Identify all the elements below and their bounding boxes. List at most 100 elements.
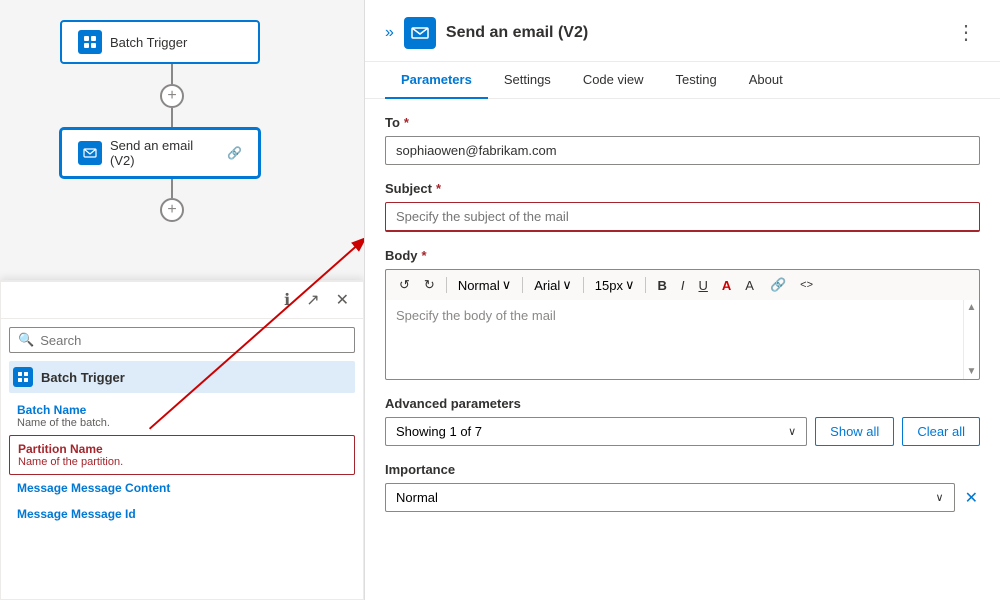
- importance-row: Normal ∨ ✕: [385, 483, 980, 512]
- importance-dropdown[interactable]: Normal ∨: [385, 483, 955, 512]
- font-dropdown[interactable]: Arial ∨: [529, 274, 577, 296]
- dynamic-item-message-content[interactable]: Message Message Content: [9, 475, 355, 501]
- send-email-node-icon: [78, 141, 102, 165]
- code-button[interactable]: <>: [795, 276, 818, 294]
- clear-all-button[interactable]: Clear all: [902, 417, 980, 446]
- body-placeholder: Specify the body of the mail: [396, 308, 556, 323]
- toolbar-sep-1: [446, 277, 447, 293]
- show-all-button[interactable]: Show all: [815, 417, 894, 446]
- tab-code-view[interactable]: Code view: [567, 62, 660, 99]
- editor-tabs: Parameters Settings Code view Testing Ab…: [365, 62, 1000, 99]
- body-editor-area[interactable]: Specify the body of the mail ▲ ▼: [385, 300, 980, 380]
- subject-required-star: *: [436, 181, 441, 196]
- advanced-params-row: Showing 1 of 7 ∨ Show all Clear all: [385, 417, 980, 446]
- subject-input[interactable]: [385, 202, 980, 232]
- font-color-button[interactable]: A: [717, 275, 736, 296]
- importance-group: Importance Normal ∨ ✕: [385, 462, 980, 512]
- editor-header: » Send an email (V2) ⋮: [365, 0, 1000, 62]
- body-scrollbar[interactable]: ▲ ▼: [963, 300, 979, 379]
- toolbar-sep-3: [583, 277, 584, 293]
- collapse-icon: »: [385, 24, 394, 42]
- panel-expand-button[interactable]: ↗: [302, 288, 323, 312]
- highlight-button[interactable]: A: [740, 275, 761, 296]
- more-options-button[interactable]: ⋮: [952, 16, 980, 49]
- close-importance-icon: ✕: [965, 488, 978, 508]
- batch-trigger-label: Batch Trigger: [110, 35, 187, 50]
- bold-button[interactable]: B: [652, 275, 671, 296]
- subject-field-group: Subject *: [385, 181, 980, 232]
- toolbar-sep-4: [645, 277, 646, 293]
- send-email-node[interactable]: Send an email (V2) 🔗: [60, 128, 260, 178]
- size-dropdown[interactable]: 15px ∨: [590, 274, 640, 296]
- dynamic-search-box: 🔍: [9, 327, 355, 353]
- batch-name-desc: Name of the batch.: [17, 417, 347, 429]
- flow-designer: Batch Trigger + Send an email (V2) 🔗 +: [0, 0, 365, 600]
- add-step-button-1[interactable]: +: [160, 84, 184, 108]
- undo-button[interactable]: ↺: [394, 274, 415, 296]
- size-chevron: ∨: [625, 277, 635, 293]
- advanced-dropdown-text: Showing 1 of 7: [396, 424, 482, 439]
- collapse-panel-button[interactable]: »: [385, 24, 394, 42]
- body-label: Body *: [385, 248, 980, 263]
- advanced-params-label: Advanced parameters: [385, 396, 980, 411]
- editor-title: Send an email (V2): [446, 24, 942, 42]
- tab-parameters[interactable]: Parameters: [385, 62, 488, 99]
- search-icon: 🔍: [18, 332, 34, 348]
- advanced-params-dropdown[interactable]: Showing 1 of 7 ∨: [385, 417, 807, 446]
- tab-settings[interactable]: Settings: [488, 62, 567, 99]
- body-toolbar: ↺ ↻ Normal ∨ Arial ∨ 15px ∨: [385, 269, 980, 300]
- panel-header: ℹ ↗ ✕: [1, 282, 363, 319]
- dynamic-item-partition-name[interactable]: Partition Name Name of the partition.: [9, 435, 355, 475]
- undo-icon: ↺: [399, 277, 410, 293]
- editor-content: To * Subject * Body * ↺: [365, 99, 1000, 600]
- redo-icon: ↻: [424, 277, 435, 293]
- underline-button[interactable]: U: [694, 275, 713, 296]
- batch-trigger-node[interactable]: Batch Trigger: [60, 20, 260, 64]
- more-icon: ⋮: [956, 22, 976, 44]
- connector-line-3: [171, 178, 173, 198]
- to-input[interactable]: [385, 136, 980, 165]
- add-step-button-2[interactable]: +: [160, 198, 184, 222]
- tab-about[interactable]: About: [733, 62, 799, 99]
- body-field-group: Body * ↺ ↻ Normal ∨ Arial ∨: [385, 248, 980, 380]
- panel-close-button[interactable]: ✕: [332, 288, 353, 312]
- section-header: Batch Trigger: [9, 361, 355, 393]
- format-chevron: ∨: [502, 277, 512, 293]
- panel-info-button[interactable]: ℹ: [280, 288, 294, 312]
- tab-testing[interactable]: Testing: [660, 62, 733, 99]
- connector-2: +: [160, 178, 184, 222]
- editor-node-icon: [404, 17, 436, 49]
- batch-trigger-section: Batch Trigger Batch Name Name of the bat…: [1, 361, 363, 527]
- scroll-up-icon[interactable]: ▲: [967, 302, 977, 313]
- flow-canvas: Batch Trigger + Send an email (V2) 🔗 +: [0, 0, 364, 222]
- italic-button[interactable]: I: [676, 275, 690, 296]
- message-content-label: Message Message Content: [17, 481, 347, 495]
- connector-1: +: [160, 64, 184, 128]
- format-dropdown[interactable]: Normal ∨: [453, 274, 516, 296]
- scroll-down-icon[interactable]: ▼: [967, 366, 977, 377]
- to-label: To *: [385, 115, 980, 130]
- advanced-params-group: Advanced parameters Showing 1 of 7 ∨ Sho…: [385, 396, 980, 446]
- connector-line-2: [171, 108, 173, 128]
- dynamic-item-batch-name[interactable]: Batch Name Name of the batch.: [9, 397, 355, 435]
- link-button[interactable]: 🔗: [765, 274, 791, 296]
- dynamic-content-panel: ℹ ↗ ✕ 🔍 Batch Trigger Ba: [0, 280, 364, 600]
- action-editor: » Send an email (V2) ⋮ Parameters Settin…: [365, 0, 1000, 600]
- partition-name-desc: Name of the partition.: [18, 456, 346, 468]
- partition-name-label: Partition Name: [18, 442, 346, 456]
- redo-button[interactable]: ↻: [419, 274, 440, 296]
- importance-dropdown-arrow: ∨: [936, 491, 944, 504]
- advanced-dropdown-arrow: ∨: [788, 425, 796, 438]
- importance-value: Normal: [396, 490, 438, 505]
- to-field-group: To *: [385, 115, 980, 165]
- link-icon: 🔗: [227, 146, 242, 160]
- toolbar-sep-2: [522, 277, 523, 293]
- font-chevron: ∨: [562, 277, 572, 293]
- search-input[interactable]: [40, 333, 346, 348]
- batch-name-label: Batch Name: [17, 403, 347, 417]
- dynamic-item-message-id[interactable]: Message Message Id: [9, 501, 355, 527]
- close-importance-button[interactable]: ✕: [963, 486, 980, 510]
- section-title: Batch Trigger: [41, 370, 125, 385]
- connector-line-1: [171, 64, 173, 84]
- batch-trigger-node-icon: [78, 30, 102, 54]
